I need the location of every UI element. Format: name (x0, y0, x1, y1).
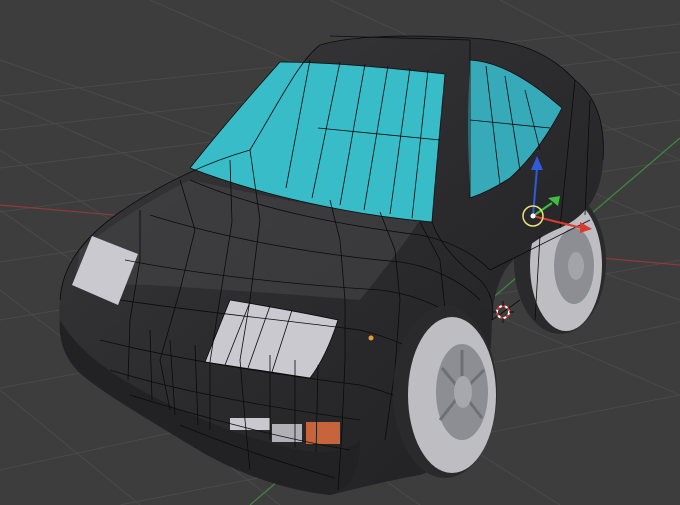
object-origin-dot (368, 335, 374, 341)
indicator-light (306, 422, 340, 444)
front-lamp-2 (272, 424, 302, 442)
3d-viewport[interactable] (0, 0, 680, 505)
gizmo-pivot-dot (530, 213, 536, 219)
front-hub (454, 376, 472, 408)
viewport-canvas[interactable] (0, 0, 680, 505)
front-lamp (230, 418, 270, 430)
rear-hub (568, 252, 584, 280)
grid-line (0, 389, 141, 505)
front-wheel[interactable] (393, 306, 497, 478)
